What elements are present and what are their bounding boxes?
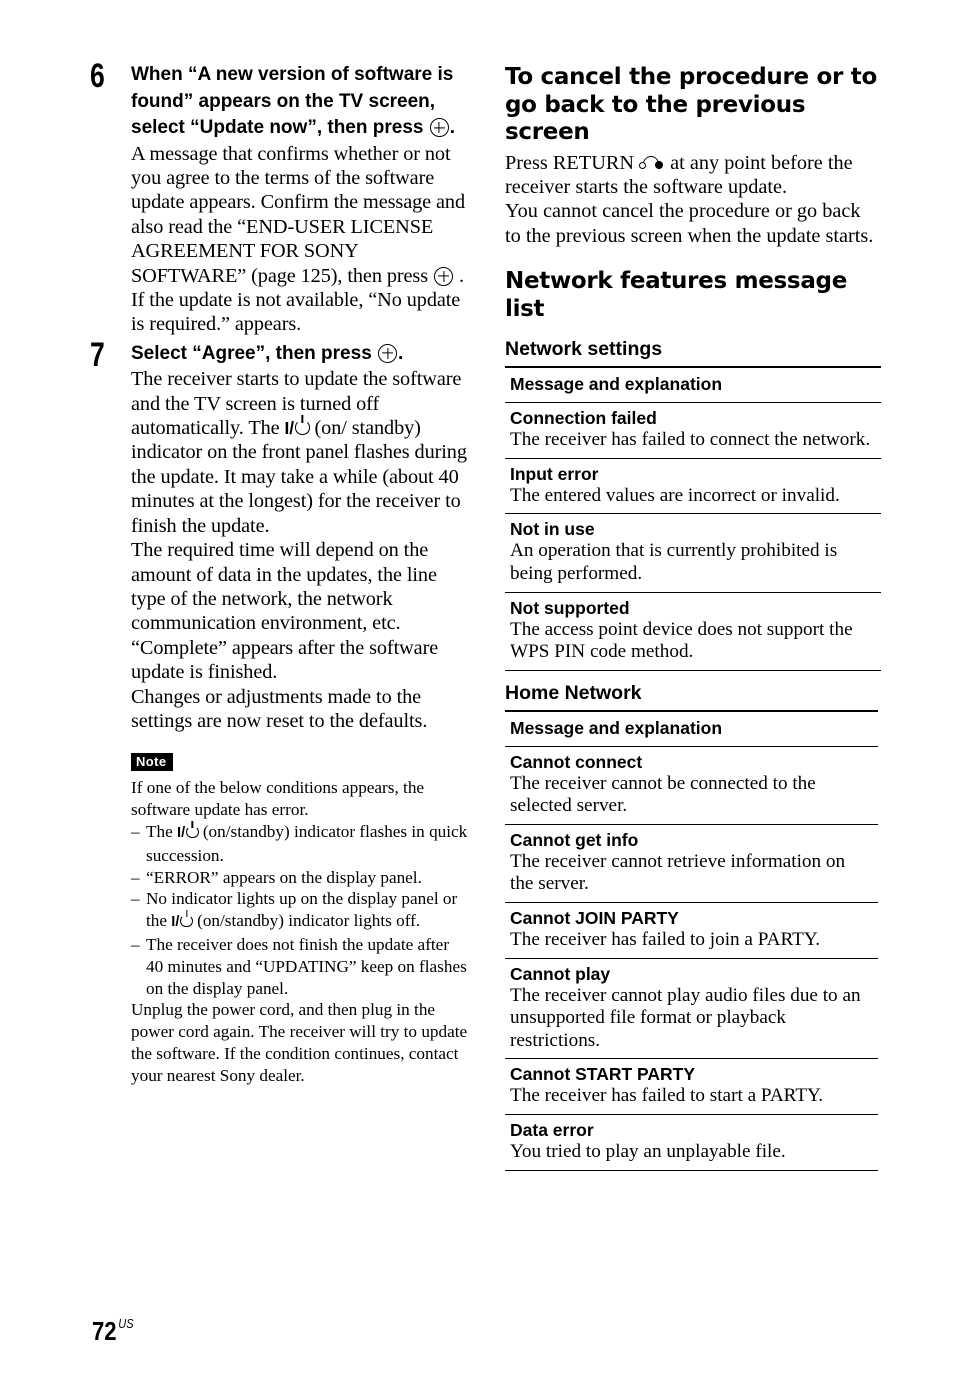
step-title-text: When “A new version of software is found… (131, 64, 454, 138)
right-column: To cancel the procedure or to go back to… (505, 64, 881, 1171)
table-row: Cannot START PARTY The receiver has faile… (505, 1059, 878, 1116)
message-name: Data error (510, 1120, 594, 1141)
home-network-table: Message and explanation Cannot connect Th… (505, 709, 878, 1171)
enter-button-icon (429, 118, 449, 137)
note-intro: If one of the below conditions appears, … (131, 778, 425, 820)
note-section: Note If one of the below conditions appe… (131, 753, 470, 1086)
table-row: Cannot connect The receiver cannot be con… (505, 747, 878, 825)
page-suffix: US (118, 1316, 134, 1331)
network-settings-table: Message and explanation Connection faile… (505, 366, 881, 671)
note-item-text: The (146, 821, 178, 841)
power-label: I/ (177, 824, 186, 841)
table-row: Not supported The access point device doe… (505, 593, 881, 671)
table-row: Input error The entered values are incorr… (505, 459, 881, 515)
message-explanation: The receiver has failed to connect the n… (510, 429, 871, 451)
message-explanation: An operation that is currently prohibite… (510, 540, 838, 584)
note-list-item: The receiver does not finish the update … (131, 934, 470, 999)
cancel-body: Press RETURN at any point before the rec… (505, 151, 881, 249)
note-item-text: (on/standby) indicator lights off. (192, 911, 421, 931)
step-number: 7 (90, 335, 105, 374)
message-explanation: The receiver has failed to join a PARTY. (510, 929, 821, 951)
note-list-item: “ERROR” appears on the display panel. (131, 867, 470, 889)
step-paragraph: The receiver starts to update the softwa… (131, 367, 470, 538)
note-list-item: The I/ (on/standby) indicator flashes in… (131, 821, 470, 867)
page-number-value: 72 (92, 1316, 117, 1346)
message-name: Input error (510, 463, 599, 484)
step-body: The receiver starts to update the softwa… (131, 367, 470, 733)
step-paragraph: Changes or adjustments made to the setti… (131, 685, 428, 732)
message-explanation: The access point device does not support… (510, 618, 853, 663)
step-6: 6 When “A new version of software is fou… (90, 57, 470, 337)
table-header: Message and explanation (505, 368, 881, 404)
message-name: Not supported (510, 597, 630, 618)
message-explanation: You tried to play an unplayable file. (510, 1141, 786, 1163)
table-row: Cannot play The receiver cannot play audi… (505, 959, 878, 1060)
message-explanation: The entered values are incorrect or inva… (510, 484, 840, 506)
step-paragraph: A message that confirms whether or not y… (131, 142, 470, 288)
enter-button-icon (434, 266, 453, 286)
paragraph-text: Press RETURN (505, 151, 640, 174)
step-title-text: Select “Agree”, then press (131, 342, 378, 364)
step-7: 7 Select “Agree”, then press . The recei… (90, 336, 470, 734)
page-number: 72 US (92, 1309, 134, 1346)
message-explanation: The receiver cannot be connected to the … (510, 772, 816, 817)
message-name: Cannot JOIN PARTY (510, 908, 679, 929)
note-list: The I/ (on/standby) indicator flashes in… (131, 821, 470, 999)
paragraph-text: A message that confirms whether or not y… (131, 142, 466, 287)
power-standby-icon (294, 420, 310, 436)
message-list-heading: Network features message list (505, 268, 848, 322)
message-name: Not in use (510, 519, 595, 540)
message-explanation: The receiver cannot retrieve information… (510, 850, 846, 895)
left-column: 6 When “A new version of software is fou… (90, 57, 470, 1087)
table-row: Data error You tried to play an unplayabl… (505, 1115, 878, 1171)
step-paragraph: The required time will depend on the amo… (131, 539, 437, 635)
enter-button-icon (378, 343, 398, 363)
step-paragraph: “Complete” appears after the software up… (131, 636, 439, 684)
message-name: Cannot get info (510, 829, 639, 850)
message-name: Cannot START PARTY (510, 1064, 696, 1085)
message-name: Connection failed (510, 408, 657, 429)
step-title-end: . (398, 342, 404, 364)
step-paragraph: If the update is not available, “No upda… (131, 288, 461, 336)
step-title: Select “Agree”, then press . (131, 341, 470, 368)
note-item-text: “ERROR” appears on the display panel. (146, 867, 422, 887)
network-settings-heading: Network settings (505, 338, 663, 361)
note-item-text: The receiver does not finish the update … (146, 934, 467, 998)
power-standby-icon (186, 825, 199, 838)
table-row: Cannot JOIN PARTY The receiver has failed… (505, 903, 878, 959)
note-badge: Note (131, 753, 173, 772)
paragraph-end: . (454, 264, 464, 287)
cancel-heading: To cancel the procedure or to go back to… (505, 64, 877, 145)
note-outro: Unplug the power cord, and then plug in … (131, 1000, 468, 1085)
step-body: A message that confirms whether or not y… (131, 142, 470, 337)
power-label: I/ (171, 914, 180, 931)
power-standby-icon (180, 914, 193, 928)
note-body: If one of the below conditions appears, … (131, 777, 470, 1086)
cancel-paragraph: Press RETURN at any point before the rec… (505, 151, 881, 200)
step-title-end: . (449, 117, 456, 138)
home-network-heading: Home Network (505, 681, 642, 704)
step-title: When “A new version of software is found… (131, 62, 470, 142)
table-row: Not in use An operation that is currently… (505, 514, 881, 593)
cancel-paragraph: You cannot cancel the procedure or go ba… (505, 200, 874, 247)
table-header: Message and explanation (505, 712, 878, 747)
return-icon (639, 152, 665, 175)
message-explanation: The receiver cannot play audio files due… (510, 984, 861, 1051)
table-row: Connection failed The receiver has failed… (505, 403, 881, 459)
power-label: I/ (284, 418, 294, 439)
note-list-item: No indicator lights up on the display pa… (131, 888, 470, 934)
message-explanation: The receiver has failed to start a PARTY… (510, 1085, 824, 1107)
message-name: Cannot connect (510, 751, 643, 772)
step-number: 6 (90, 57, 105, 95)
table-row: Cannot get info The receiver cannot retri… (505, 825, 878, 904)
message-name: Cannot play (510, 963, 611, 984)
